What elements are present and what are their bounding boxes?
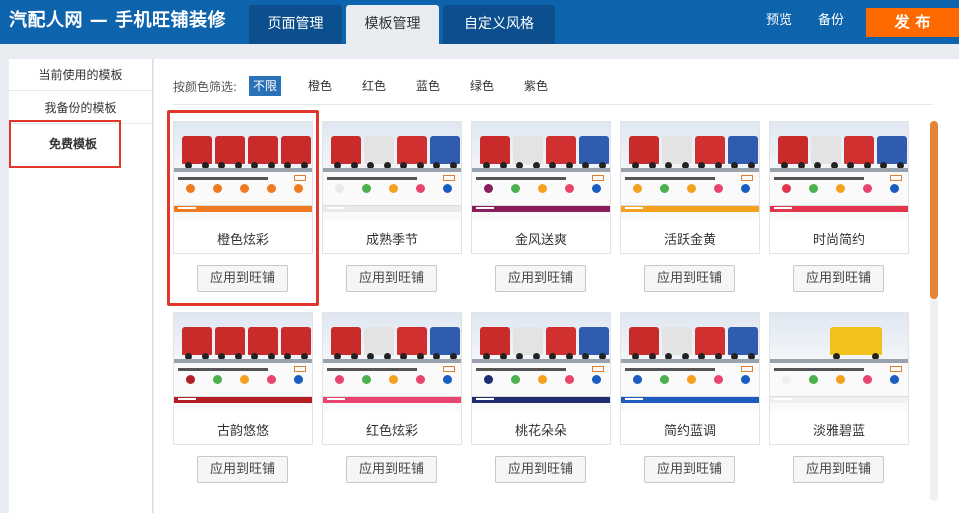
template-card[interactable]: 橙色炫彩 xyxy=(173,121,313,254)
template-name: 古韵悠悠 xyxy=(216,424,269,439)
tab-custom-style[interactable]: 自定义风格 xyxy=(443,5,555,44)
template-card[interactable]: 金风送爽 xyxy=(471,121,611,254)
backup-link[interactable]: 备份 xyxy=(818,0,844,44)
template-thumbnail xyxy=(472,313,610,411)
apply-to-shop-button[interactable]: 应用到旺铺 xyxy=(346,456,437,483)
template-thumbnail xyxy=(621,313,759,411)
apply-to-shop-button[interactable]: 应用到旺铺 xyxy=(793,265,884,292)
filter-option-any[interactable]: 不限 xyxy=(249,76,282,96)
template-thumbnail xyxy=(770,313,908,411)
template-thumbnail xyxy=(174,122,312,220)
apply-to-shop-button[interactable]: 应用到旺铺 xyxy=(644,456,735,483)
template-thumbnail xyxy=(621,122,759,220)
filter-divider xyxy=(173,104,933,105)
template-name: 简约蓝调 xyxy=(663,424,716,439)
apply-to-shop-button[interactable]: 应用到旺铺 xyxy=(197,456,288,483)
template-card[interactable]: 活跃金黄 xyxy=(620,121,760,254)
template-card[interactable]: 红色炫彩 xyxy=(322,312,462,445)
app-title: 汽配人网 — 手机旺铺装修 xyxy=(9,10,227,31)
template-name: 时尚简约 xyxy=(812,233,865,248)
scrollbar-thumb[interactable] xyxy=(930,121,938,299)
filter-option-green[interactable]: 绿色 xyxy=(470,76,494,96)
template-thumbnail xyxy=(323,122,461,220)
template-card[interactable]: 淡雅碧蓝 xyxy=(769,312,909,445)
publish-button[interactable]: 发布 xyxy=(866,8,959,37)
filter-option-blue[interactable]: 蓝色 xyxy=(416,76,440,96)
apply-to-shop-button[interactable]: 应用到旺铺 xyxy=(197,265,288,292)
apply-to-shop-button[interactable]: 应用到旺铺 xyxy=(495,456,586,483)
template-thumbnail xyxy=(472,122,610,220)
template-name: 桃花朵朵 xyxy=(514,424,567,439)
apply-to-shop-button[interactable]: 应用到旺铺 xyxy=(495,265,586,292)
template-card[interactable]: 成熟季节 xyxy=(322,121,462,254)
color-filter-label: 按颜色筛选: xyxy=(173,80,238,94)
template-name: 淡雅碧蓝 xyxy=(812,424,865,439)
template-name: 金风送爽 xyxy=(514,233,567,248)
apply-to-shop-button[interactable]: 应用到旺铺 xyxy=(644,265,735,292)
preview-link[interactable]: 预览 xyxy=(766,0,792,44)
template-name: 橙色炫彩 xyxy=(216,233,269,248)
template-thumbnail xyxy=(770,122,908,220)
template-thumbnail xyxy=(323,313,461,411)
template-name: 活跃金黄 xyxy=(663,233,716,248)
template-name: 成熟季节 xyxy=(365,233,418,248)
tab-page-management[interactable]: 页面管理 xyxy=(249,5,342,44)
sidebar-item-free-templates[interactable]: 免费模板 xyxy=(9,120,121,168)
template-card[interactable]: 简约蓝调 xyxy=(620,312,760,445)
scrollbar[interactable] xyxy=(930,121,938,501)
filter-option-purple[interactable]: 紫色 xyxy=(524,76,548,96)
filter-option-orange[interactable]: 橙色 xyxy=(308,76,332,96)
tab-template-management[interactable]: 模板管理 xyxy=(346,5,439,44)
filter-option-red[interactable]: 红色 xyxy=(362,76,386,96)
apply-to-shop-button[interactable]: 应用到旺铺 xyxy=(793,456,884,483)
template-card[interactable]: 时尚简约 xyxy=(769,121,909,254)
top-header: 汽配人网 — 手机旺铺装修 页面管理 模板管理 自定义风格 预览 备份 发布 xyxy=(0,0,959,44)
sidebar-item-current-template[interactable]: 当前使用的模板 xyxy=(9,59,152,91)
template-card[interactable]: 桃花朵朵 xyxy=(471,312,611,445)
template-card[interactable]: 古韵悠悠 xyxy=(173,312,313,445)
sidebar: 当前使用的模板 我备份的模板 免费模板 xyxy=(9,59,153,513)
template-name: 红色炫彩 xyxy=(365,424,418,439)
template-thumbnail xyxy=(174,313,312,411)
apply-to-shop-button[interactable]: 应用到旺铺 xyxy=(346,265,437,292)
